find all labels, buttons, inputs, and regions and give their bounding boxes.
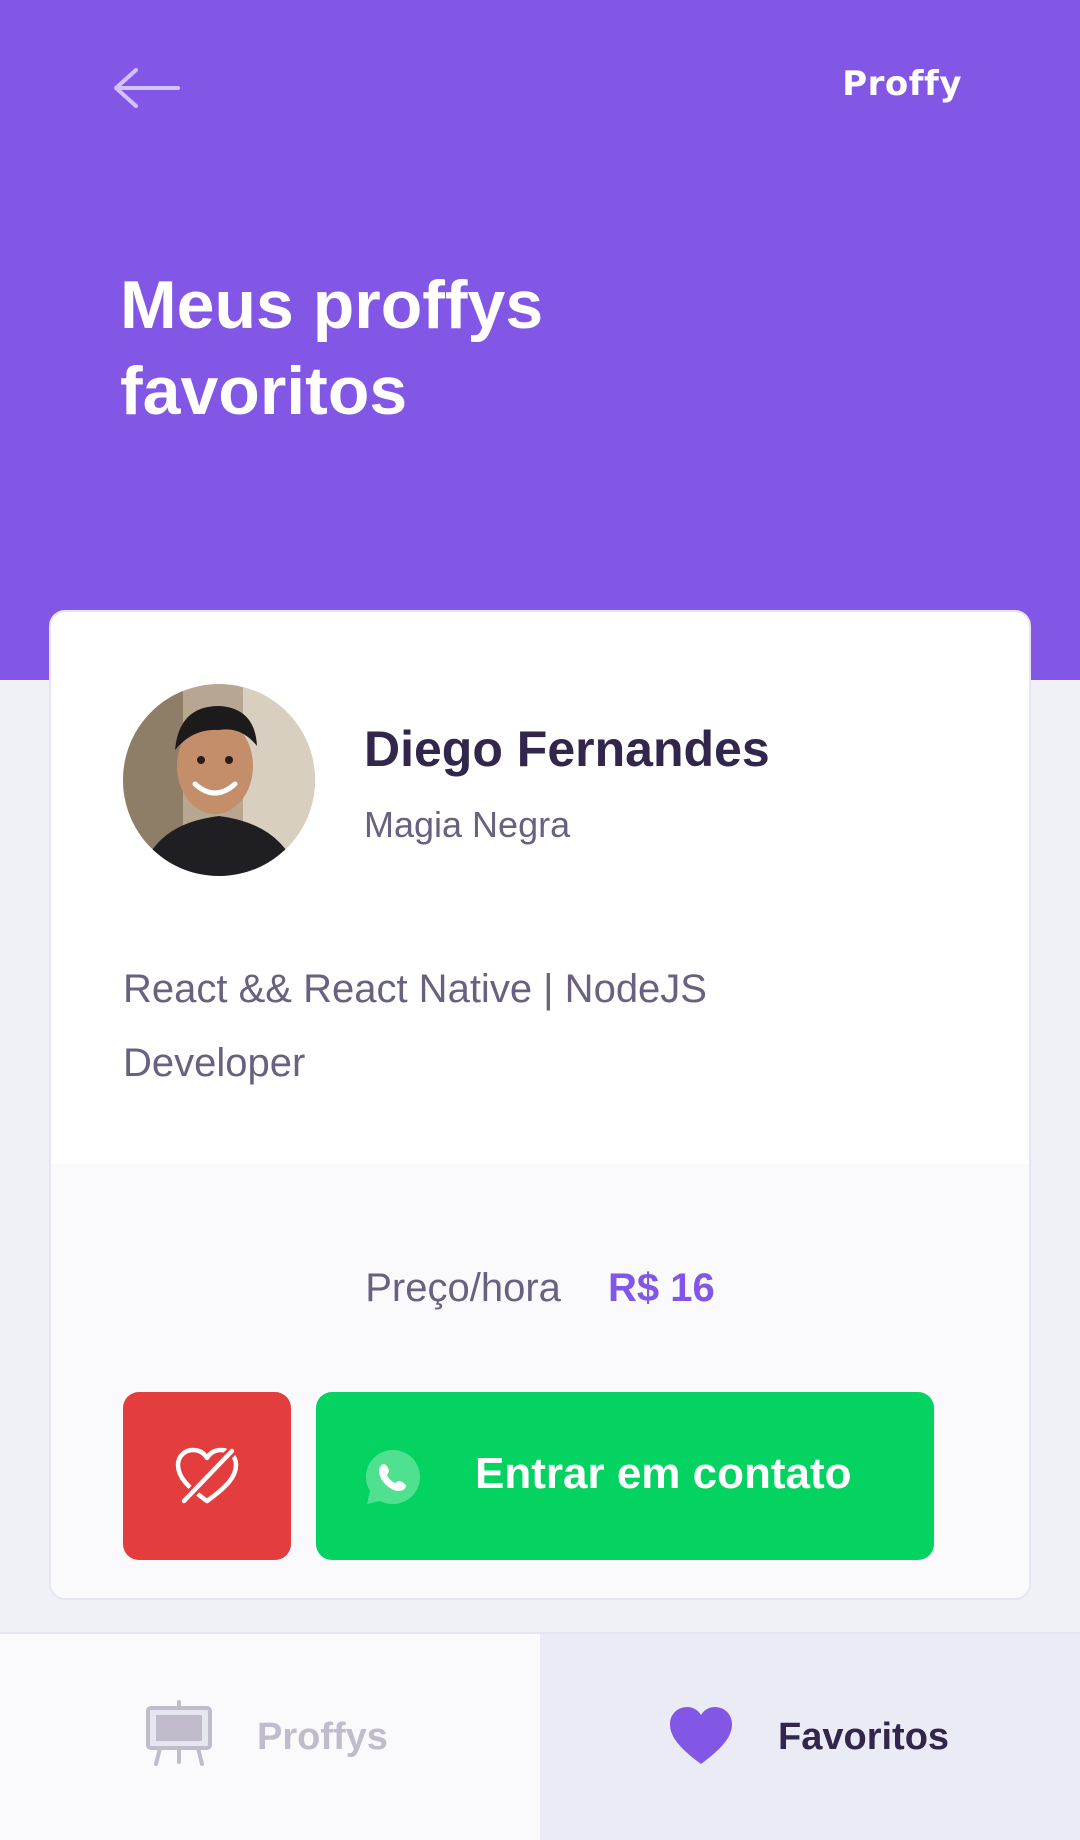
page-title: Meus proffys favoritos	[120, 267, 544, 429]
tab-proffys-label: Proffys	[257, 1716, 388, 1758]
contact-button-label: Entrar em contato	[475, 1449, 852, 1498]
teacher-card: Diego Fernandes Magia Negra React && Rea…	[49, 610, 1031, 1600]
avatar-photo	[123, 684, 315, 876]
unfavorite-button[interactable]	[123, 1392, 291, 1560]
whatsapp-icon	[362, 1446, 424, 1508]
tab-favoritos-label: Favoritos	[778, 1716, 950, 1758]
price-row: Preço/hora R$ 16	[51, 1266, 1029, 1311]
unfavorite-heart-icon	[175, 1444, 239, 1508]
teacher-name: Diego Fernandes	[364, 721, 770, 777]
tab-proffys[interactable]: Proffys	[0, 1634, 540, 1840]
avatar	[123, 684, 315, 876]
teacher-bio: React && React Native | NodeJS Developer	[123, 967, 707, 1085]
back-button[interactable]	[112, 60, 182, 116]
price-label: Preço/hora	[365, 1266, 561, 1310]
page-header: Proffy Meus proffys favoritos	[0, 0, 1080, 680]
easel-icon	[144, 1700, 214, 1770]
app-logo: Proffy	[842, 64, 962, 104]
price-value: R$ 16	[608, 1266, 715, 1310]
arrow-left-icon	[114, 68, 180, 108]
contact-button[interactable]: Entrar em contato	[316, 1392, 934, 1560]
card-footer: Preço/hora R$ 16 Entrar em contato	[51, 1164, 1029, 1598]
heart-icon	[666, 1700, 736, 1770]
bottom-tab-bar: Proffys Favoritos	[0, 1632, 1080, 1840]
tab-favoritos[interactable]: Favoritos	[540, 1634, 1080, 1840]
teacher-subject: Magia Negra	[364, 804, 571, 845]
